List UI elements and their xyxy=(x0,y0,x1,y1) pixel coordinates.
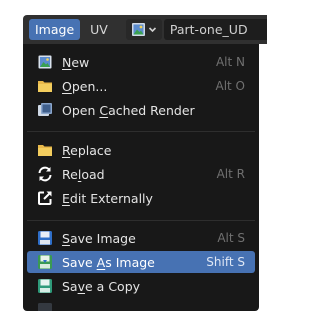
external-edit-icon xyxy=(35,189,55,207)
shortcut-label: Shift S xyxy=(206,255,245,269)
menu-item-save-image[interactable]: Save Image Alt S xyxy=(27,227,255,249)
save-icon xyxy=(35,229,55,247)
menu-item-edit-externally[interactable]: Edit Externally xyxy=(27,187,255,209)
menu-item-save-a-copy[interactable]: Save a Copy xyxy=(27,275,255,297)
image-data-icon xyxy=(131,23,145,36)
menu-item-label: New xyxy=(62,54,90,70)
render-result-icon xyxy=(35,101,55,119)
menu-item-open-cached-render[interactable]: Open Cached Render xyxy=(27,99,255,121)
folder-icon xyxy=(35,141,55,159)
image-name-field[interactable]: Part-one_UD xyxy=(163,19,267,40)
menu-item-partially-visible[interactable] xyxy=(27,299,255,311)
menu-item-label: Open Cached Render xyxy=(62,102,195,118)
menu-item-open[interactable]: Open... Alt O xyxy=(27,75,255,97)
shortcut-label: Alt N xyxy=(215,55,245,69)
menu-item-label: Reload xyxy=(62,166,105,182)
menu-item-save-as-image[interactable]: Save As Image Shift S xyxy=(27,251,255,273)
menu-item-replace[interactable]: Replace xyxy=(27,139,255,161)
image-browse-button[interactable] xyxy=(125,19,162,40)
shortcut-label: Alt O xyxy=(215,79,245,93)
save-as-icon xyxy=(35,253,55,271)
uv-menu-button[interactable]: UV xyxy=(84,19,114,40)
menu-item-label: Save As Image xyxy=(62,254,155,270)
folder-icon xyxy=(35,77,55,95)
menu-separator xyxy=(27,220,255,221)
save-copy-icon xyxy=(35,277,55,295)
image-editor-header: Image UV Part-one_UD xyxy=(23,15,267,44)
menu-item-new[interactable]: New Alt N xyxy=(27,51,255,73)
new-image-icon xyxy=(35,53,55,71)
chevron-down-icon xyxy=(148,27,156,33)
save-icon xyxy=(35,301,55,311)
menu-item-reload[interactable]: Reload Alt R xyxy=(27,163,255,185)
image-menu-button[interactable]: Image xyxy=(29,19,81,40)
image-menu-dropdown: New Alt N Open... Alt O Open Cached Rend… xyxy=(23,44,259,311)
reload-icon xyxy=(35,165,55,183)
menu-item-label: Open... xyxy=(62,78,108,94)
menu-item-label: Edit Externally xyxy=(62,190,153,206)
menu-item-label: Save a Copy xyxy=(62,278,141,294)
menu-item-label: Save Image xyxy=(62,230,136,246)
menu-separator xyxy=(27,131,255,132)
shortcut-label: Alt S xyxy=(217,231,245,245)
menu-item-label: Replace xyxy=(62,142,112,158)
shortcut-label: Alt R xyxy=(216,167,245,181)
